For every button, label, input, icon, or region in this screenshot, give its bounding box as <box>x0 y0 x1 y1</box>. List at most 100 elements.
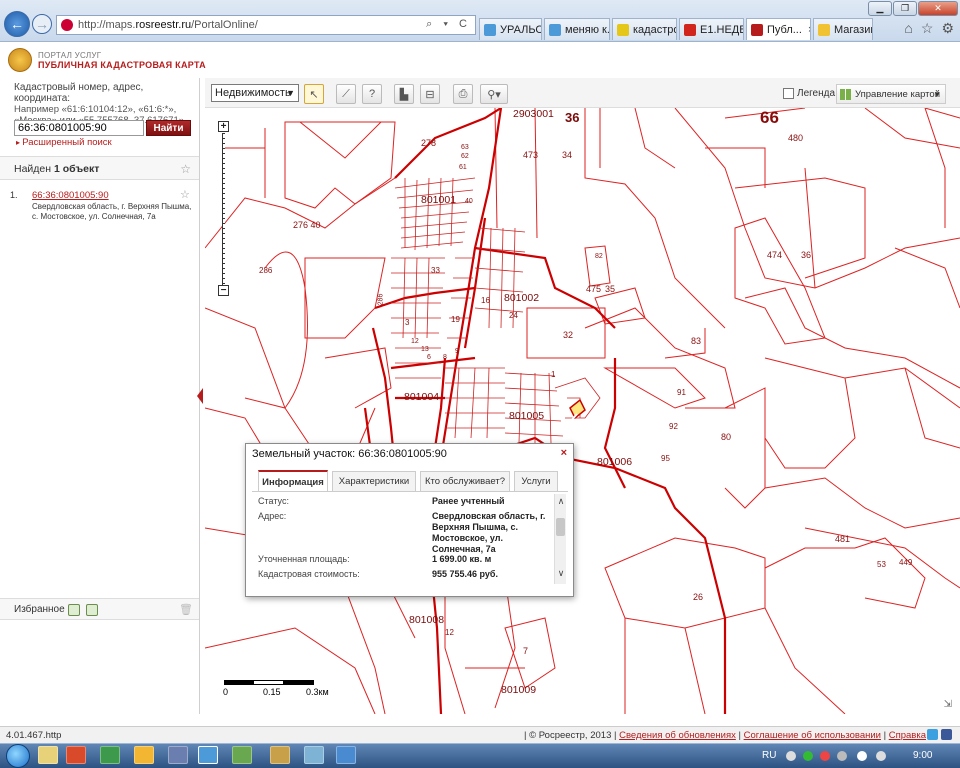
clock[interactable]: 9:00 <box>913 750 932 761</box>
search-input[interactable] <box>14 120 144 136</box>
home-icon[interactable]: ⌂ <box>904 20 912 37</box>
agreement-link[interactable]: Соглашение об использовании <box>744 730 881 741</box>
browser-tab[interactable]: Публ... × <box>746 18 811 40</box>
zoom-in-button[interactable]: + <box>218 121 229 132</box>
address-actions[interactable]: ⌕ ▾ C <box>426 18 471 31</box>
language-indicator[interactable]: RU <box>762 750 776 761</box>
browser-tab[interactable]: УРАЛЬС... <box>479 18 542 40</box>
volume-icon[interactable] <box>857 751 867 761</box>
browser-tab[interactable]: кадастро... <box>612 18 677 40</box>
legend-checkbox[interactable] <box>783 88 794 99</box>
collapse-panel-handle[interactable] <box>197 388 203 404</box>
gear-icon[interactable]: ⚙ <box>941 20 954 37</box>
status-value: Ранее учтенный <box>432 496 505 506</box>
chevron-down-icon: ▼ <box>933 89 941 99</box>
back-button[interactable]: ← <box>4 11 30 37</box>
link-button[interactable]: ⚲▾ <box>480 84 508 104</box>
twitter-icon[interactable] <box>927 729 938 740</box>
browser-tab[interactable]: Магазин... <box>813 18 873 40</box>
parcel-tool-button[interactable]: ⊟ <box>420 84 440 104</box>
search-button[interactable]: Найти <box>146 120 191 136</box>
maximize-button[interactable]: ❐ <box>893 1 917 16</box>
cadastral-map[interactable]: 66 2903001 36 480 278 473 34 62 63 61 80… <box>205 108 960 714</box>
browser-tab[interactable]: E1.НЕДВ... <box>679 18 744 40</box>
network-icon[interactable] <box>876 751 886 761</box>
updates-link[interactable]: Сведения об обновлениях <box>619 730 736 741</box>
facebook-icon[interactable] <box>941 729 952 740</box>
tray-icon[interactable] <box>820 751 830 761</box>
result-link[interactable]: 66:36:0801005:90 <box>32 190 109 201</box>
tab-services[interactable]: Услуги <box>514 471 558 491</box>
map-label: 35 <box>605 284 616 294</box>
map-label: 8 <box>443 354 447 361</box>
app-icon[interactable] <box>168 746 188 764</box>
star-icon[interactable]: ☆ <box>180 188 190 201</box>
minimize-button[interactable]: ▁ <box>868 1 892 16</box>
map-label: 13 <box>421 346 429 353</box>
star-icon[interactable]: ☆ <box>180 162 191 176</box>
app-icon[interactable] <box>270 746 290 764</box>
scroll-thumb[interactable] <box>556 518 565 536</box>
address-bar[interactable]: http://maps.rosreestr.ru/PortalOnline/ ⌕… <box>56 15 476 35</box>
app-icon[interactable] <box>304 746 324 764</box>
tab-favicon <box>684 23 696 36</box>
resize-corner-icon[interactable]: ⇲ <box>944 699 952 710</box>
tab-label: Магазин... <box>834 23 872 36</box>
layer-select[interactable]: Недвижимость ▼ <box>211 84 299 102</box>
tab-label: меняю к... <box>565 23 610 36</box>
pdf-icon[interactable] <box>66 746 86 764</box>
zoom-slider[interactable] <box>222 133 225 285</box>
legend-label: Легенда <box>797 88 836 99</box>
forward-button[interactable]: → <box>32 14 52 34</box>
map-label: 82 <box>595 253 603 260</box>
trash-icon[interactable]: 🗑 <box>179 603 193 616</box>
start-button[interactable] <box>6 744 30 768</box>
popup-scrollbar[interactable]: ∧ ∨ <box>554 494 566 584</box>
close-window-button[interactable]: ✕ <box>918 1 958 16</box>
select-tool-button[interactable]: ↖ <box>304 84 324 104</box>
folder-icon[interactable] <box>232 746 252 764</box>
status-bar: 4.01.467.http | © Росреестр, 2013 | Свед… <box>0 726 960 743</box>
map-control-dropdown[interactable]: Управление картой ▼ <box>836 84 946 104</box>
address-label: Адрес: <box>258 511 287 521</box>
portal-title[interactable]: ПУБЛИЧНАЯ КАДАСТРОВАЯ КАРТА <box>38 60 206 70</box>
measure-tool-button[interactable]: ⟋ <box>336 84 356 104</box>
map-label: 801004 <box>404 391 440 403</box>
result-address: Свердловская область, г. Верхняя Пышма, … <box>32 202 192 221</box>
tray-icon[interactable] <box>803 751 813 761</box>
tab-favicon <box>751 23 763 36</box>
map-label: 34 <box>562 150 573 160</box>
print-button[interactable]: ⎙ <box>453 84 473 104</box>
advanced-search-link[interactable]: Расширенный поиск <box>16 137 111 148</box>
browser-tools: ⌂ ☆ ⚙ <box>904 20 954 37</box>
chevron-down-icon[interactable]: ∨ <box>555 568 567 579</box>
identify-tool-button[interactable]: ? <box>362 84 382 104</box>
tray-icon[interactable] <box>837 751 847 761</box>
browser-icon[interactable] <box>198 746 218 764</box>
close-tab-icon[interactable]: × <box>808 24 810 36</box>
browser-tab[interactable]: меняю к... <box>544 18 610 40</box>
tab-who-serves[interactable]: Кто обслуживает? <box>420 471 510 491</box>
tab-characteristics[interactable]: Характеристики <box>332 471 416 491</box>
zoom-out-button[interactable]: − <box>218 285 229 296</box>
chevron-up-icon[interactable]: ∧ <box>555 496 567 507</box>
import-icon[interactable] <box>68 604 80 616</box>
map-label: 801009 <box>501 684 537 696</box>
tab-info[interactable]: Информация <box>258 470 328 492</box>
map-label: 475 <box>586 284 602 294</box>
app-icon[interactable] <box>336 746 356 764</box>
messenger-icon[interactable] <box>134 746 154 764</box>
address-value: Свердловская область, г. Верхняя Пышма, … <box>432 511 546 554</box>
excel-icon[interactable] <box>100 746 120 764</box>
tray-icon[interactable] <box>786 751 796 761</box>
close-icon[interactable]: × <box>561 447 567 459</box>
tab-favicon <box>617 23 629 36</box>
export-icon[interactable] <box>86 604 98 616</box>
map-label: 9 <box>455 348 459 355</box>
map-label: 801005 <box>509 410 545 422</box>
favorites-star-icon[interactable]: ☆ <box>921 20 934 37</box>
building-tool-button[interactable]: ▙ <box>394 84 414 104</box>
status-label: Статус: <box>258 496 289 506</box>
explorer-icon[interactable] <box>38 746 58 764</box>
help-link[interactable]: Справка <box>889 730 926 741</box>
